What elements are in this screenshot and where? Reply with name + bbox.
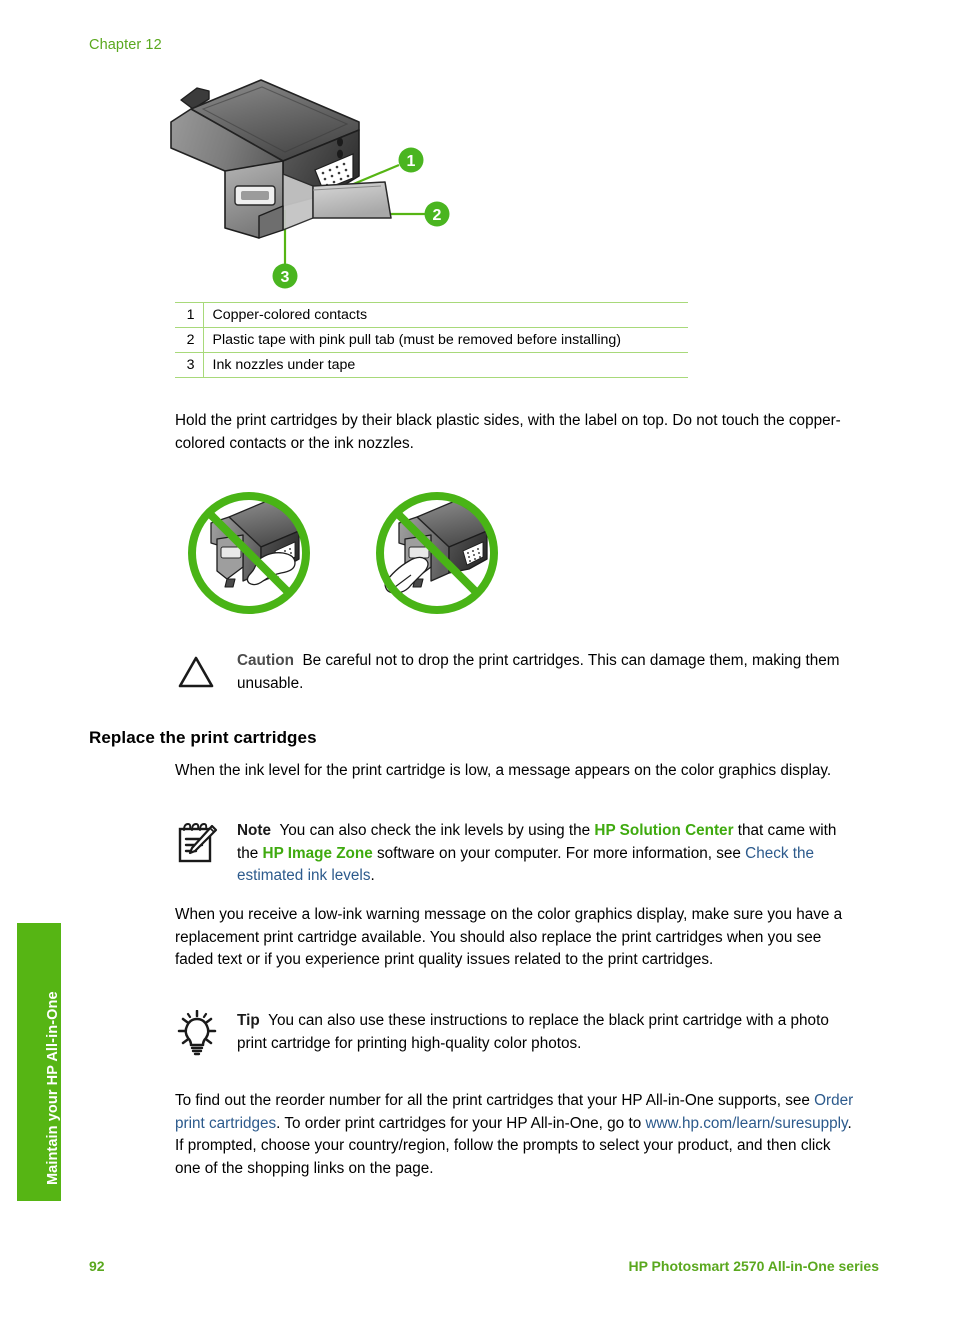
svg-text:2: 2 [433, 207, 442, 224]
do-not-touch-figures [183, 487, 513, 620]
note-text: Note You can also check the ink levels b… [237, 820, 858, 888]
low-ink-warning-paragraph: When you receive a low-ink warning messa… [175, 906, 843, 968]
low-ink-paragraph: When the ink level for the print cartrid… [175, 762, 832, 779]
caution-admonition: Caution Be careful not to drop the print… [175, 650, 858, 695]
legend-description: Plastic tape with pink pull tab (must be… [212, 332, 622, 348]
table-row: 2 Plastic tape with pink pull tab (must … [175, 327, 688, 353]
table-row: 3 Ink nozzles under tape [175, 352, 688, 378]
reorder-paragraph: To find out the reorder number for all t… [175, 1090, 856, 1180]
caution-body: Be careful not to drop the print cartrid… [237, 652, 840, 692]
figure-legend-table: 1 Copper-colored contacts 2 Plastic tape… [175, 302, 688, 378]
chapter-label: Chapter 12 [89, 37, 162, 53]
callout-badge-3: 3 [272, 263, 298, 289]
reorder-text-1: To find out the reorder number for all t… [175, 1092, 810, 1109]
footer-page-number: 92 [89, 1258, 105, 1274]
lightbulb-icon [175, 1009, 219, 1058]
hp-image-zone-link[interactable]: HP Image Zone [263, 845, 373, 862]
tip-admonition: Tip You can also use these instructions … [175, 1009, 858, 1058]
do-not-touch-contacts-icon [188, 492, 310, 614]
legend-number: 2 [175, 327, 204, 353]
footer-product-name: HP Photosmart 2570 All-in-One series [628, 1258, 879, 1274]
warning-triangle-icon [175, 650, 219, 698]
note-admonition: Note You can also check the ink levels b… [175, 820, 858, 888]
hold-cartridges-paragraph: Hold the print cartridges by their black… [175, 412, 841, 452]
tip-text: Tip You can also use these instructions … [237, 1010, 858, 1055]
legend-number: 3 [175, 352, 204, 378]
note-label: Note [237, 822, 271, 839]
suresupply-url-link[interactable]: www.hp.com/learn/suresupply [645, 1115, 847, 1132]
side-tab-label: Maintain your HP All-in-One [45, 991, 61, 1185]
legend-description: Copper-colored contacts [212, 307, 368, 323]
note-body-1: You can also check the ink levels by usi… [279, 822, 591, 839]
notepad-pencil-icon [175, 820, 219, 868]
hp-solution-center-link[interactable]: HP Solution Center [594, 822, 733, 839]
note-body-4: . [370, 867, 375, 884]
tip-label: Tip [237, 1012, 260, 1029]
page-footer: 92 HP Photosmart 2570 All-in-One series [0, 1258, 954, 1282]
caution-label: Caution [237, 652, 294, 669]
do-not-touch-nozzles-icon [376, 492, 498, 614]
legend-description: Ink nozzles under tape [212, 357, 356, 373]
svg-text:3: 3 [281, 269, 290, 286]
tip-body: You can also use these instructions to r… [237, 1012, 829, 1052]
reorder-text-2: . To order print cartridges for your HP … [276, 1114, 642, 1132]
callout-badge-1: 1 [398, 147, 424, 173]
side-tab-maintain: Maintain your HP All-in-One [17, 923, 61, 1201]
page-title: Replace the print cartridges [89, 728, 317, 747]
callout-badge-2: 2 [424, 201, 450, 227]
svg-text:1: 1 [407, 153, 416, 170]
caution-text: Caution Be careful not to drop the print… [237, 650, 858, 695]
note-body-3: software on your computer. For more info… [377, 844, 741, 862]
legend-number: 1 [175, 302, 204, 328]
table-row: 1 Copper-colored contacts [175, 302, 688, 328]
print-cartridge-figure: 1 2 3 [163, 78, 513, 293]
